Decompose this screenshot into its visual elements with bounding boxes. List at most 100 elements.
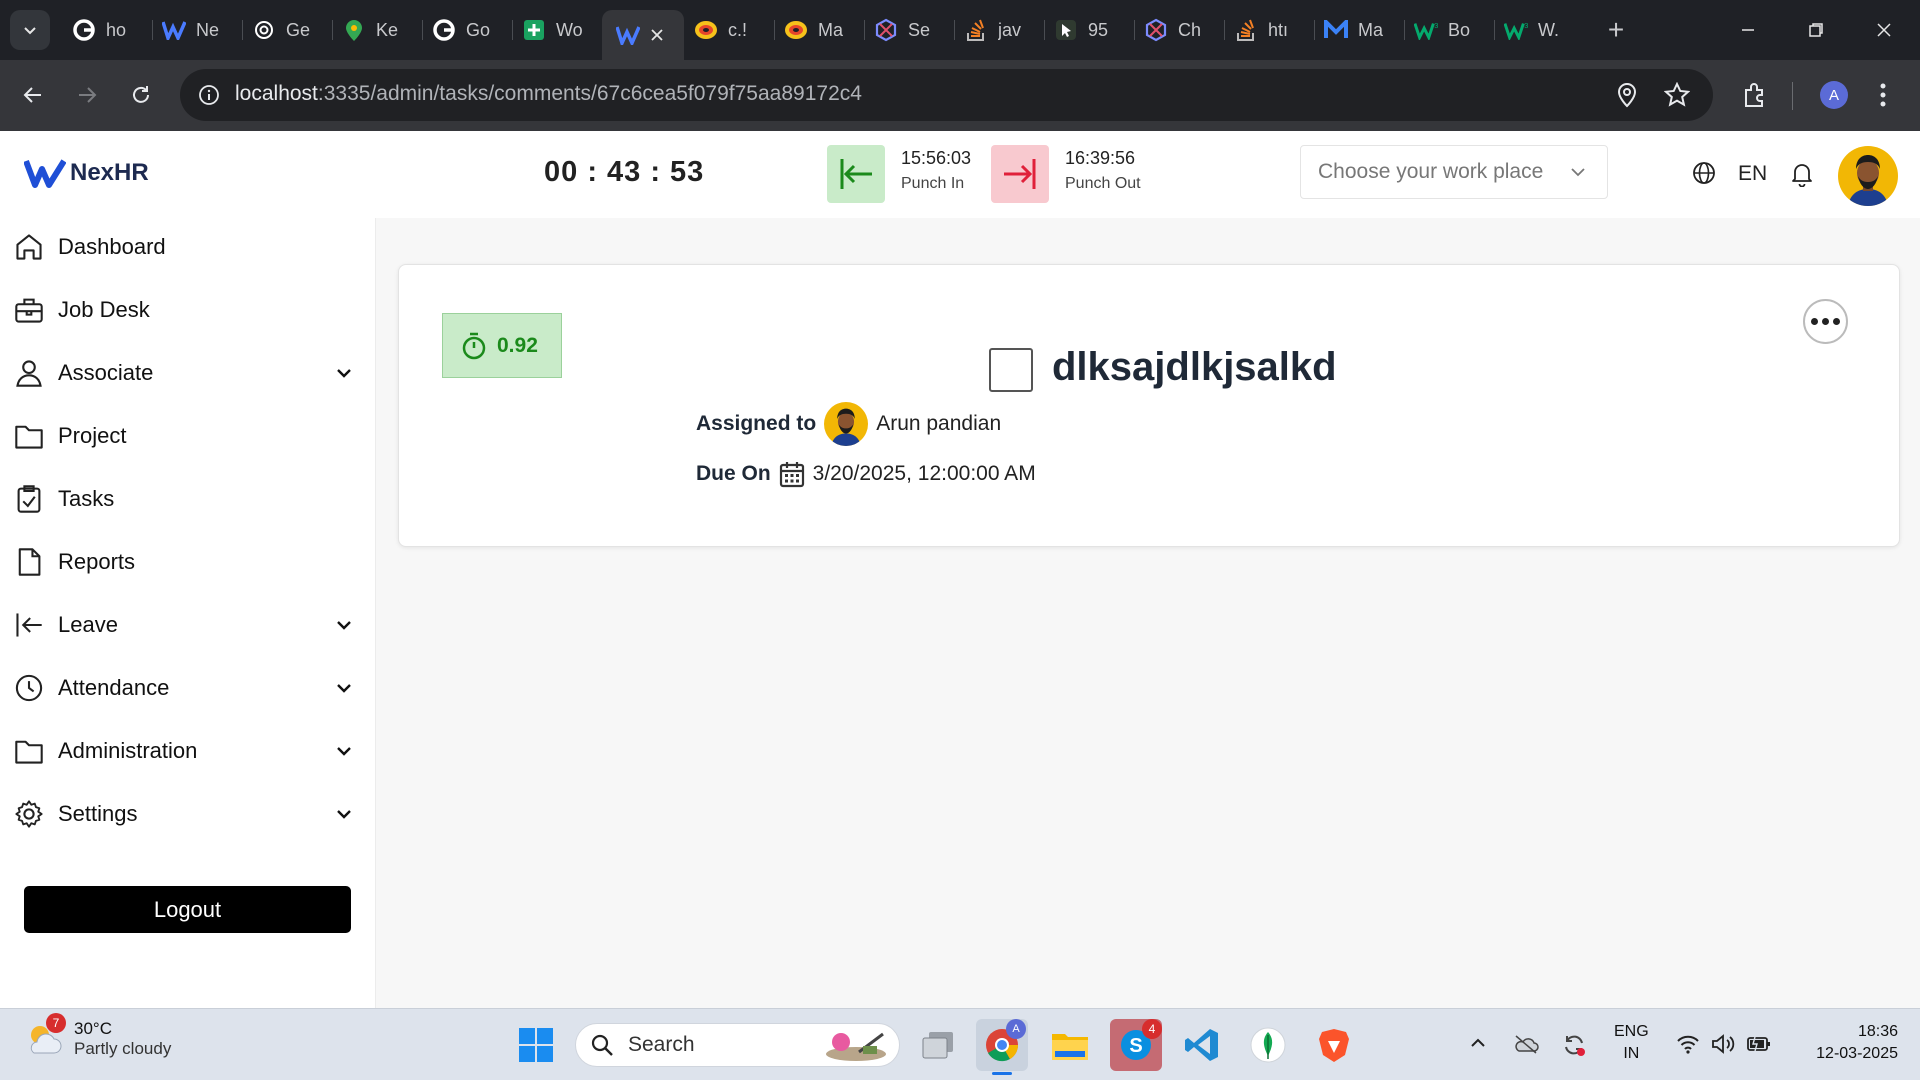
new-tab-button[interactable]: + [1598,14,1634,46]
browser-tab[interactable]: 3 Bo [1404,9,1494,51]
logout-button[interactable]: Logout [24,886,351,933]
google-icon [432,18,456,42]
sidebar-item-dashboard[interactable]: Dashboard [14,227,354,267]
task-view-button[interactable] [912,1019,964,1071]
back-button[interactable] [18,80,48,110]
browser-tab[interactable]: 95 [1044,9,1134,51]
browser-tab[interactable]: jav [954,9,1044,51]
colorful-icon [694,18,718,42]
language-selector[interactable]: EN [1738,162,1767,186]
taskbar-brave[interactable] [1308,1019,1360,1071]
sidebar-item-associate[interactable]: Associate [14,353,354,393]
sidebar-item-label: Job Desk [58,297,150,322]
taskbar-skype[interactable]: S 4 [1110,1019,1162,1071]
weather-badge: 7 [46,1013,66,1033]
weather-widget[interactable]: 7 30°C Partly cloudy [24,1013,171,1059]
task-more-button[interactable] [1803,299,1848,344]
sidebar-item-project[interactable]: Project [14,416,354,456]
browser-tab[interactable]: Ne [152,9,242,51]
profile-avatar[interactable]: A [1820,81,1848,109]
sidebar-item-job-desk[interactable]: Job Desk [14,290,354,330]
taskbar-chrome[interactable]: A [976,1019,1028,1075]
extensions-icon[interactable] [1742,82,1768,108]
tab-search-button[interactable] [10,10,50,50]
more-vertical-icon[interactable] [1878,82,1888,108]
restore-button[interactable] [1784,0,1848,60]
tab-title: 95 [1088,19,1109,40]
address-bar[interactable]: localhost:3335/admin/tasks/comments/67c6… [180,69,1713,121]
browser-tab[interactable]: ho [62,9,152,51]
taskbar-vscode[interactable] [1176,1019,1228,1071]
start-button[interactable] [510,1019,562,1071]
browser-tab[interactable]: Ma [774,9,864,51]
volume-icon[interactable] [1710,1033,1736,1055]
sidebar-item-reports[interactable]: Reports [14,542,354,582]
browser-tab[interactable]: c.! [684,9,774,51]
taskbar-mongodb[interactable] [1242,1019,1294,1071]
clipboard-check-icon [14,484,44,514]
sidebar-item-leave[interactable]: Leave [14,605,354,645]
browser-tab[interactable]: Ma [1314,9,1404,51]
taskbar-file-explorer[interactable] [1044,1019,1096,1071]
task-complete-checkbox[interactable] [989,348,1033,392]
clock-time: 18:36 [1857,1023,1898,1040]
workplace-select[interactable]: Choose your work place [1300,145,1608,199]
w3-icon: 3 [1414,18,1438,42]
due-row: Due On 3/20/2025, 12:00:00 AM [696,460,1036,488]
close-tab-icon[interactable] [650,28,664,42]
nexhr-icon [616,23,640,47]
browser-tab-active[interactable] [602,10,684,60]
punch-in-button[interactable] [827,145,885,203]
m-logo-icon [1324,18,1348,42]
wifi-icon[interactable] [1676,1033,1700,1055]
user-avatar[interactable] [1838,146,1898,206]
assignee-avatar [824,402,869,446]
nexhr-icon [162,18,186,42]
input-language[interactable]: ENG IN [1614,1021,1649,1065]
tab-title: Ge [286,19,311,40]
browser-tab[interactable]: Ge [242,9,332,51]
browser-tab[interactable]: Se [864,9,954,51]
search-icon [591,1034,613,1056]
system-clock[interactable]: 18:36 12-03-2025 [1792,1021,1898,1065]
sidebar-item-administration[interactable]: Administration [14,731,354,771]
site-info-icon[interactable] [198,84,220,106]
browser-tab[interactable]: Ch [1134,9,1224,51]
bookmark-star-icon[interactable] [1664,82,1690,108]
browser-tab[interactable]: htı [1224,9,1314,51]
sidebar-item-attendance[interactable]: Attendance [14,668,354,708]
avatar-illustration [831,408,861,446]
bell-icon[interactable] [1790,161,1814,187]
browser-tab[interactable]: Go [422,9,512,51]
globe-icon[interactable] [1692,161,1716,185]
sidebar-item-settings[interactable]: Settings [14,794,354,834]
battery-icon[interactable] [1746,1033,1772,1055]
onedrive-icon[interactable] [1513,1033,1539,1055]
taskbar-search[interactable]: Search [575,1023,900,1067]
home-icon [14,232,44,262]
url-text: localhost:3335/admin/tasks/comments/67c6… [235,82,862,105]
minimize-icon [1742,29,1754,31]
close-window-button[interactable] [1852,0,1916,60]
location-pin-icon[interactable] [1616,82,1638,108]
svg-text:S: S [1129,1035,1142,1057]
brand-logo[interactable]: NexHR [24,158,149,188]
chrome-profile-badge: A [1006,1019,1026,1039]
chevron-down-icon [334,615,354,635]
minimize-button[interactable] [1716,0,1780,60]
tab-title: Ma [818,19,844,40]
punch-out-button[interactable] [991,145,1049,203]
windows-taskbar: 7 30°C Partly cloudy Search A S 4 ENG IN… [0,1008,1920,1080]
forward-button[interactable] [72,80,102,110]
sidebar-item-tasks[interactable]: Tasks [14,479,354,519]
browser-tab[interactable]: Wo [512,9,602,51]
reload-button[interactable] [126,80,156,110]
browser-tab[interactable]: Ke [332,9,422,51]
tab-title: Bo [1448,19,1471,40]
chevron-up-icon[interactable] [1468,1033,1488,1053]
task-card: 0.92 dlksajdlkjsalkd Assigned to Arun pa… [398,264,1900,547]
sync-icon[interactable] [1562,1033,1586,1057]
browser-tab[interactable]: 3 W. [1494,9,1584,51]
search-placeholder: Search [628,1033,695,1056]
weather-icon: 7 [24,1013,66,1059]
